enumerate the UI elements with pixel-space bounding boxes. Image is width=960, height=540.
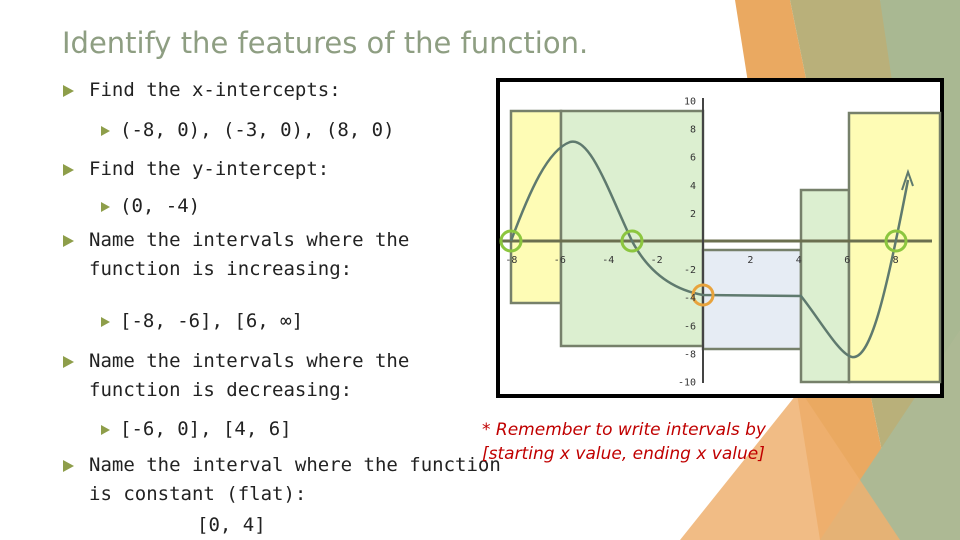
x-tick-label: 2 [747,255,753,266]
x-tick-label: 4 [796,255,802,266]
y-tick-label: -10 [678,378,696,389]
increasing-region-left [509,109,563,305]
x-tick-label: 8 [893,255,899,266]
y-tick-label: 10 [684,97,696,108]
y-tick-label: 6 [690,153,696,164]
x-tick-label: -6 [554,255,566,266]
y-tick-label: 8 [690,125,696,136]
decreasing-region-right [799,188,851,384]
x-tick-label: -4 [602,255,614,266]
x-tick-label: 6 [844,255,850,266]
y-tick-label: 4 [690,181,696,192]
y-tick-label: 2 [690,209,696,220]
x-tick-label: -8 [505,255,517,266]
y-tick-label: -8 [684,349,696,360]
x-tick-label: -2 [651,255,663,266]
y-tick-label: -6 [684,321,696,332]
function-graph: -8 -6 -4 -2 2 4 6 8 10 8 6 4 2 -2 -4 -6 -8 -10 [496,78,944,398]
y-tick-label: -4 [684,293,696,304]
y-tick-label: -2 [684,265,696,276]
